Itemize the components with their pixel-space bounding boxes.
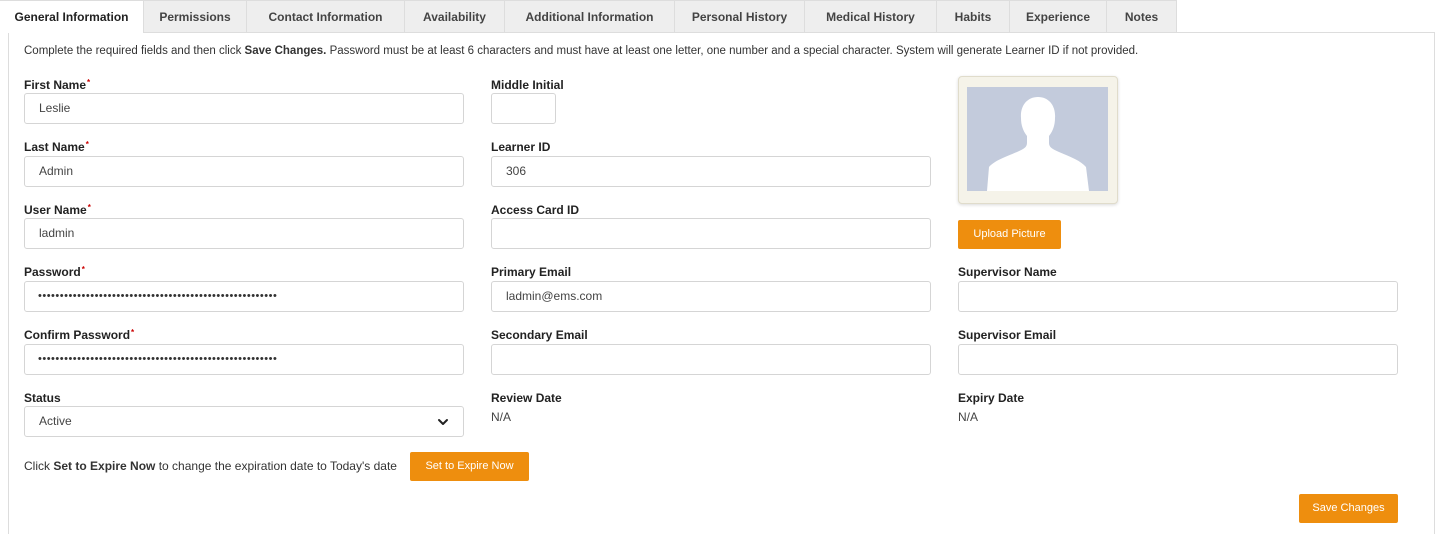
supervisor-name-label: Supervisor Name — [958, 265, 1057, 279]
chevron-down-icon — [438, 419, 448, 425]
status-selected-value: Active — [39, 414, 72, 428]
first-name-label: First Name* — [24, 78, 91, 92]
password-label: Password* — [24, 265, 85, 279]
primary-email-input[interactable]: ladmin@ems.com — [491, 281, 931, 312]
first-name-input[interactable]: Leslie — [24, 93, 464, 124]
tab-experience[interactable]: Experience — [1009, 0, 1106, 33]
tab-availability[interactable]: Availability — [404, 0, 504, 33]
expire-text-part1: Click — [24, 459, 54, 473]
tab-contact-information[interactable]: Contact Information — [246, 0, 404, 33]
tab-habits[interactable]: Habits — [936, 0, 1009, 33]
learner-id-label: Learner ID — [491, 140, 551, 154]
instructions-bold: Save Changes. — [244, 45, 327, 57]
last-name-label: Last Name* — [24, 140, 89, 154]
supervisor-name-input[interactable] — [958, 281, 1398, 312]
access-card-id-input[interactable] — [491, 218, 931, 249]
middle-initial-input[interactable] — [491, 93, 556, 124]
secondary-email-input[interactable] — [491, 344, 931, 375]
user-name-label: User Name* — [24, 203, 91, 217]
expiry-date-label: Expiry Date — [958, 391, 1025, 405]
primary-email-label: Primary Email — [491, 265, 572, 279]
tab-personal-history[interactable]: Personal History — [674, 0, 804, 33]
learner-id-input[interactable]: 306 — [491, 156, 931, 187]
review-date-label: Review Date — [491, 391, 562, 405]
save-changes-button[interactable]: Save Changes — [1299, 494, 1398, 523]
supervisor-email-input[interactable] — [958, 344, 1398, 375]
status-label: Status — [24, 391, 61, 405]
review-date-value: N/A — [491, 410, 512, 424]
access-card-id-label: Access Card ID — [491, 203, 580, 217]
person-silhouette-icon — [987, 97, 1089, 191]
upload-picture-button[interactable]: Upload Picture — [958, 220, 1061, 249]
expiry-date-value: N/A — [958, 410, 979, 424]
last-name-input[interactable]: Admin — [24, 156, 464, 187]
expire-instructions-text: Click Set to Expire Now to change the ex… — [24, 459, 397, 473]
tab-permissions[interactable]: Permissions — [143, 0, 246, 33]
expire-text-bold: Set to Expire Now — [53, 459, 156, 473]
tab-bar: General Information Permissions Contact … — [0, 0, 1435, 33]
user-name-input[interactable]: ladmin — [24, 218, 464, 249]
tab-additional-information[interactable]: Additional Information — [504, 0, 674, 33]
instructions-part2: Password must be at least 6 characters a… — [326, 45, 1139, 57]
instructions-part1: Complete the required fields and then cl… — [24, 45, 245, 57]
expire-text-part2: to change the expiration date to Today's… — [155, 459, 397, 473]
middle-initial-label: Middle Initial — [491, 78, 564, 92]
profile-picture-frame — [958, 76, 1118, 204]
tab-general-information[interactable]: General Information — [0, 0, 143, 33]
instructions-text: Complete the required fields and then cl… — [24, 45, 1138, 57]
password-input[interactable]: ••••••••••••••••••••••••••••••••••••••••… — [24, 281, 464, 312]
tab-medical-history[interactable]: Medical History — [804, 0, 936, 33]
confirm-password-input[interactable]: ••••••••••••••••••••••••••••••••••••••••… — [24, 344, 464, 375]
status-select[interactable]: Active — [24, 406, 464, 437]
confirm-password-label: Confirm Password* — [24, 328, 135, 342]
supervisor-email-label: Supervisor Email — [958, 328, 1057, 342]
secondary-email-label: Secondary Email — [491, 328, 588, 342]
avatar — [967, 87, 1108, 191]
set-to-expire-now-button[interactable]: Set to Expire Now — [410, 452, 529, 481]
tab-notes[interactable]: Notes — [1106, 0, 1177, 33]
